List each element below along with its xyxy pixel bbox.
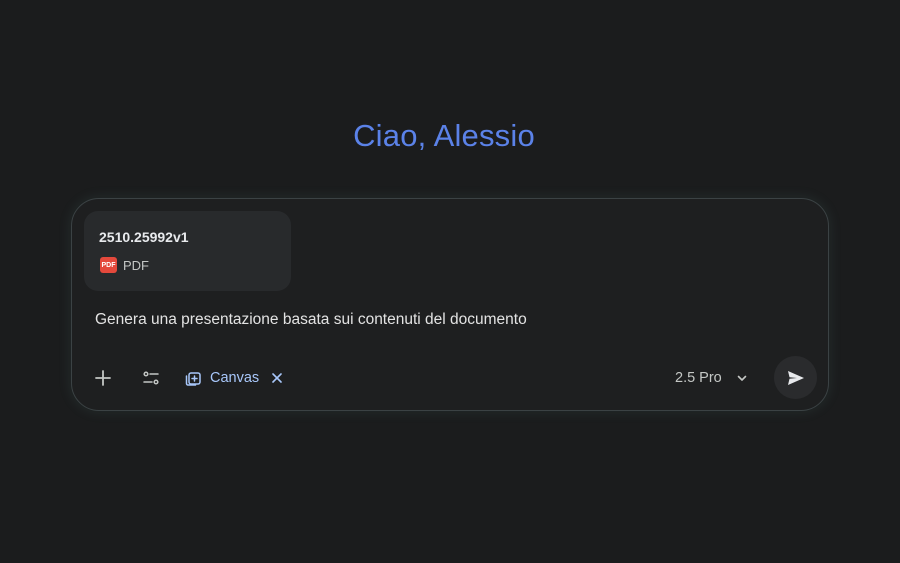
canvas-chip-label: Canvas [210,370,260,386]
close-icon [272,373,282,383]
chevron-down-icon [737,375,747,381]
model-label: 2.5 Pro [675,370,722,386]
attachment-card[interactable]: 2510.25992v1 PDF PDF [84,211,291,291]
page: Ciao, Alessio 2510.25992v1 PDF PDF Gener… [0,0,900,563]
attachment-type-label: PDF [123,257,149,273]
plus-icon [95,370,111,386]
attachment-type-row: PDF PDF [100,257,149,273]
pdf-file-icon: PDF [100,257,117,273]
canvas-icon [184,369,202,387]
greeting-title: Ciao, Alessio [353,118,535,153]
tools-button[interactable] [130,357,172,399]
add-button[interactable] [82,357,124,399]
send-icon [787,370,804,385]
canvas-chip[interactable]: Canvas [184,363,283,393]
composer-toolbar: Canvas 2.5 Pro [72,356,828,399]
model-selector[interactable]: 2.5 Pro [675,363,748,393]
canvas-chip-close-button[interactable] [271,372,283,384]
prompt-composer[interactable]: 2510.25992v1 PDF PDF Genera una presenta… [71,198,829,411]
send-button[interactable] [774,356,817,399]
tools-sliders-icon [143,371,159,385]
attachment-name: 2510.25992v1 [99,229,189,245]
prompt-input[interactable]: Genera una presentazione basata sui cont… [95,311,527,329]
